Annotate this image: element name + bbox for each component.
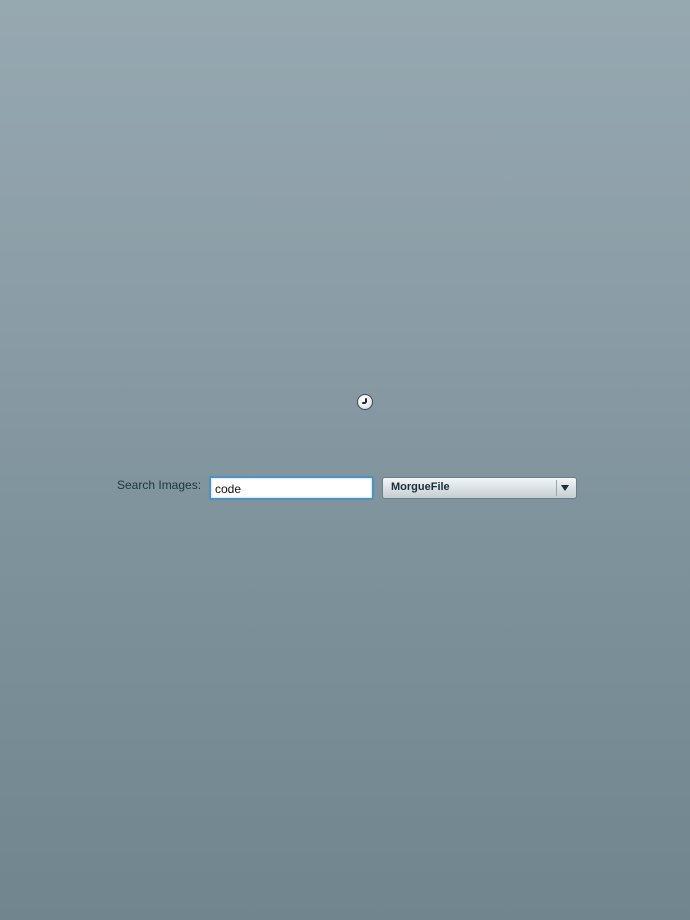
chevron-down-icon[interactable] [561, 485, 569, 491]
search-images-label: Search Images: [117, 478, 202, 492]
page: { "search": { "label": "Search Images:",… [0, 0, 690, 920]
image-source-selected-value: MorgueFile [391, 481, 450, 493]
image-search-form: Search Images: MorgueFile [0, 0, 690, 920]
select-divider [556, 480, 557, 496]
image-source-select[interactable]: MorgueFile [382, 477, 577, 499]
search-input[interactable] [209, 476, 374, 500]
